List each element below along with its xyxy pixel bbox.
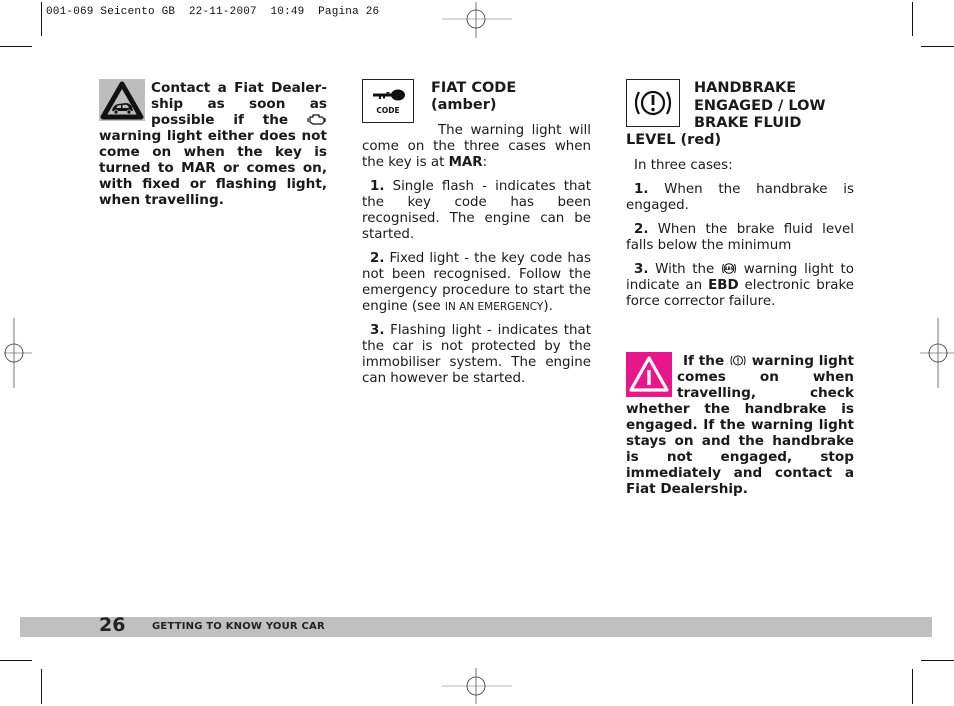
handbrake-icon [730,355,746,366]
slug-date: 22-11-2007 [188,6,257,18]
item-number: 3. [370,323,385,338]
section-title: GETTING TO KNOW YOUR CAR [152,621,325,632]
item-text: With the [648,262,722,277]
handbrake-body: In three cases: 1. When the handbrake is… [626,158,854,318]
registration-mark-top [442,2,512,38]
svg-text:ABS: ABS [725,266,734,271]
list-item: 3. Flashing light - indicates that the c… [362,323,591,387]
slug-page: Pagina 26 [318,6,380,18]
warning-text: warning light comes on when travelling, … [626,353,854,497]
crop-mark [41,669,42,704]
item-text: Single flash - indicates that the key co… [362,179,591,242]
cross-reference: IN AN EMERGENCY [444,301,544,313]
code-icon-label: CODE [376,106,399,115]
fiat-code-body: The warning light will come on the three… [362,123,591,395]
crop-mark [0,46,32,47]
crop-mark [912,2,913,36]
heading-line: HANDBRAKE [694,80,797,96]
mar-keyword: MAR [181,160,216,176]
item-number: 2. [370,251,385,266]
slug-time: 10:49 [270,6,305,18]
handbrake-warning-icon [626,79,680,127]
warning-text: If the [683,353,729,369]
key-code-icon: CODE [362,79,414,123]
heading-line: BRAKE FLUID [694,115,802,131]
heading-title: FIAT CODE [431,80,517,96]
heading-subtitle: (amber) [431,97,497,113]
crop-mark [41,2,42,36]
item-text: When the handbrake is engaged. [626,182,854,213]
intro-text: : [482,155,488,170]
crop-mark [0,660,32,661]
handbrake-heading: HANDBRAKE ENGAGED / LOW BRAKE FLUID [694,80,825,133]
mar-keyword: MAR [448,155,483,170]
item-number: 2. [634,222,649,237]
list-item: 1. When the handbrake is engaged. [626,182,854,214]
item-number: 1. [370,179,385,194]
abs-icon: ABS [722,263,737,274]
print-slug: 001-069 Seicento GB 22-11-2007 10:49 Pag… [46,6,379,18]
list-item: 2. When the brake fluid level falls belo… [626,222,854,254]
warning-text: Contact a Fiat Dealer-ship as soon as po… [151,80,327,128]
item-text: ). [543,299,553,314]
registration-mark-bottom [442,668,512,704]
item-number: 3. [634,262,649,277]
engine-check-icon [307,114,326,125]
crop-mark [921,660,954,661]
list-item: 1. Single flash - indicates that the key… [362,179,591,243]
handbrake-heading-last: LEVEL (red) [626,132,722,148]
item-text: Flashing light - indicates that the car … [362,323,591,386]
list-item: 3. With the ABS warning light to indicat… [626,262,854,310]
registration-mark-right [920,318,954,388]
handbrake-travel-warning: If the warning light comes on when trave… [626,353,854,497]
item-number: 1. [634,182,649,197]
crop-mark [912,669,913,704]
crop-mark [921,46,954,47]
slug-file: 001-069 Seicento GB [46,6,176,18]
heading-line: ENGAGED / LOW [694,97,826,114]
page-number: 26 [99,614,126,636]
list-item: 2. Fixed light - the key code has not be… [362,251,591,315]
fiat-code-heading: FIAT CODE (amber) [431,80,516,114]
item-text: When the brake fluid level falls below t… [626,222,854,253]
intro-text: In three cases: [634,158,733,173]
ebd-keyword: EBD [708,278,739,293]
dealer-contact-warning: Contact a Fiat Dealer-ship as soon as po… [99,80,327,208]
registration-mark-left [4,318,32,388]
